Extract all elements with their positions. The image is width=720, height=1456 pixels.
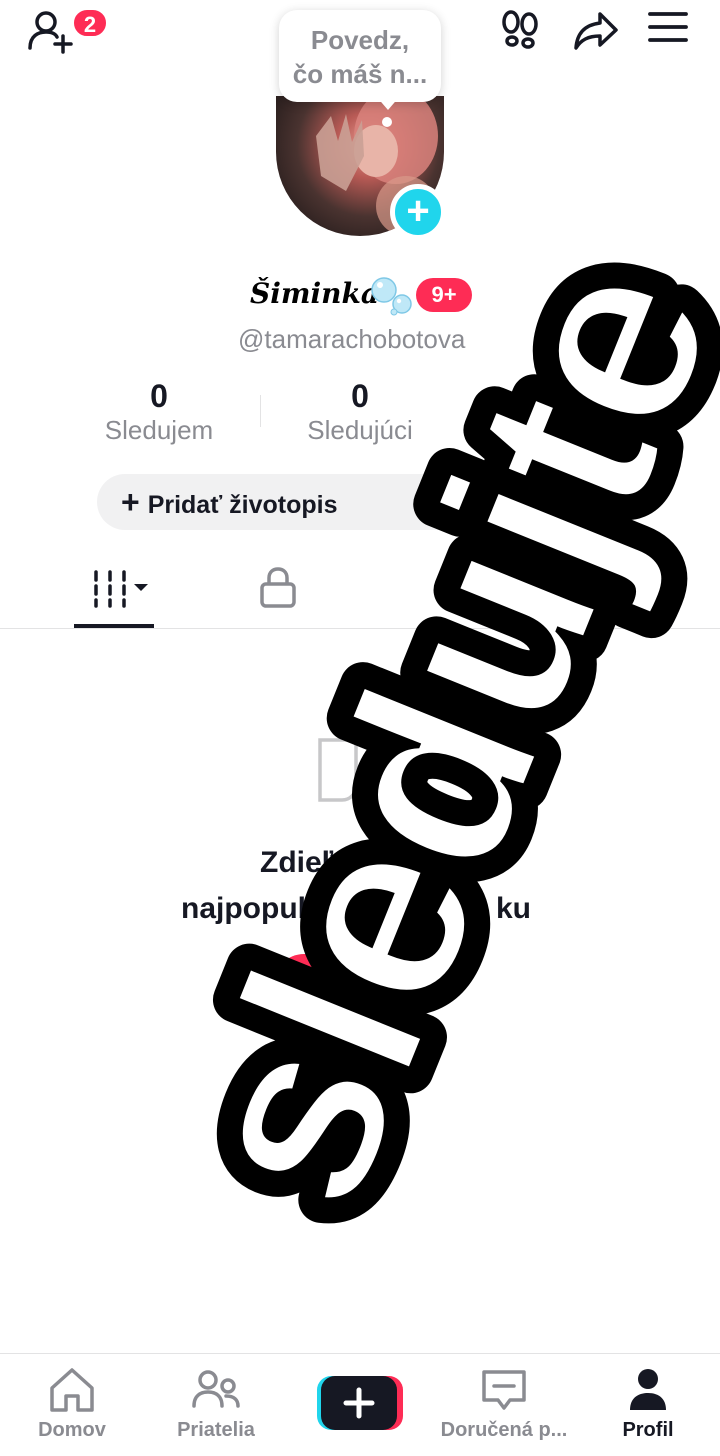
followers-count: 0 — [351, 378, 369, 414]
nav-friends-label: Priatelia — [177, 1419, 255, 1441]
nav-home[interactable]: Domov — [22, 1366, 122, 1442]
menu-button[interactable] — [648, 10, 692, 54]
home-icon — [50, 1368, 94, 1412]
empty-state-icon — [316, 736, 376, 806]
following-count: 0 — [150, 378, 168, 414]
upload-cta-label: N — [310, 968, 331, 999]
add-avatar-button[interactable]: + — [390, 184, 446, 240]
stats-divider — [260, 395, 261, 427]
menu-icon — [648, 12, 688, 42]
tab-private[interactable] — [258, 566, 298, 610]
empty-state-title-line2: najpopul — [181, 892, 306, 925]
following-label: Sledujem — [104, 415, 214, 445]
empty-state-title-start: Zdieľaj — [260, 846, 359, 879]
nav-inbox-label: Doručená p... — [440, 1419, 568, 1441]
note-bubble-line1: Povedz, — [310, 25, 410, 55]
share-button[interactable] — [572, 8, 618, 52]
profile-icon — [630, 1369, 666, 1410]
tabs-divider — [0, 628, 720, 629]
footprints-button[interactable] — [498, 8, 542, 52]
nav-profile-label: Profil — [622, 1419, 674, 1441]
note-bubble-line2: čo máš n... — [292, 59, 428, 89]
overlay-text-outline: sledujte — [133, 223, 720, 1243]
username: @tamarachobotova — [238, 324, 466, 354]
followers-stat[interactable]: 0 Sledujúci — [288, 378, 432, 446]
lock-icon — [260, 567, 296, 608]
plus-icon: + — [406, 189, 430, 233]
footprints-icon — [502, 10, 538, 49]
nav-home-label: Domov — [38, 1419, 106, 1441]
note-bubble-tail — [376, 96, 400, 110]
inbox-icon — [482, 1370, 526, 1410]
friends-icon — [192, 1370, 240, 1408]
add-bio-label: Pridať životopis — [147, 491, 338, 519]
nav-friends[interactable]: Priatelia — [166, 1366, 266, 1442]
create-icon — [317, 1376, 403, 1430]
display-name: Šiminka — [250, 277, 380, 310]
nav-divider — [0, 1353, 720, 1354]
nav-inbox[interactable]: Doručená p... — [436, 1366, 572, 1442]
note-dot — [382, 117, 392, 127]
note-bubble[interactable]: Povedz, čo máš n... — [279, 10, 441, 102]
add-bio-button[interactable]: + Pridať životopis — [97, 474, 621, 530]
name-badge[interactable]: 9+ — [416, 278, 472, 312]
plus-icon: + — [121, 484, 140, 520]
friend-requests-badge: 2 — [72, 8, 108, 38]
add-friend-button[interactable]: 2 — [26, 6, 108, 54]
grid-icon — [94, 570, 148, 608]
nav-create-button[interactable] — [317, 1376, 403, 1430]
overlay-text: sledujte — [133, 223, 720, 1243]
upload-cta-button[interactable]: N — [274, 954, 446, 1014]
empty-state-title-line2-end: ku — [496, 892, 532, 925]
nav-profile[interactable]: Profil — [600, 1366, 696, 1442]
followers-label: Sledujúci — [307, 415, 413, 445]
following-stat[interactable]: 0 Sledujem — [98, 378, 220, 446]
bubbles-emoji-icon — [370, 276, 414, 316]
share-icon — [574, 12, 618, 50]
tab-videos[interactable] — [90, 566, 154, 610]
